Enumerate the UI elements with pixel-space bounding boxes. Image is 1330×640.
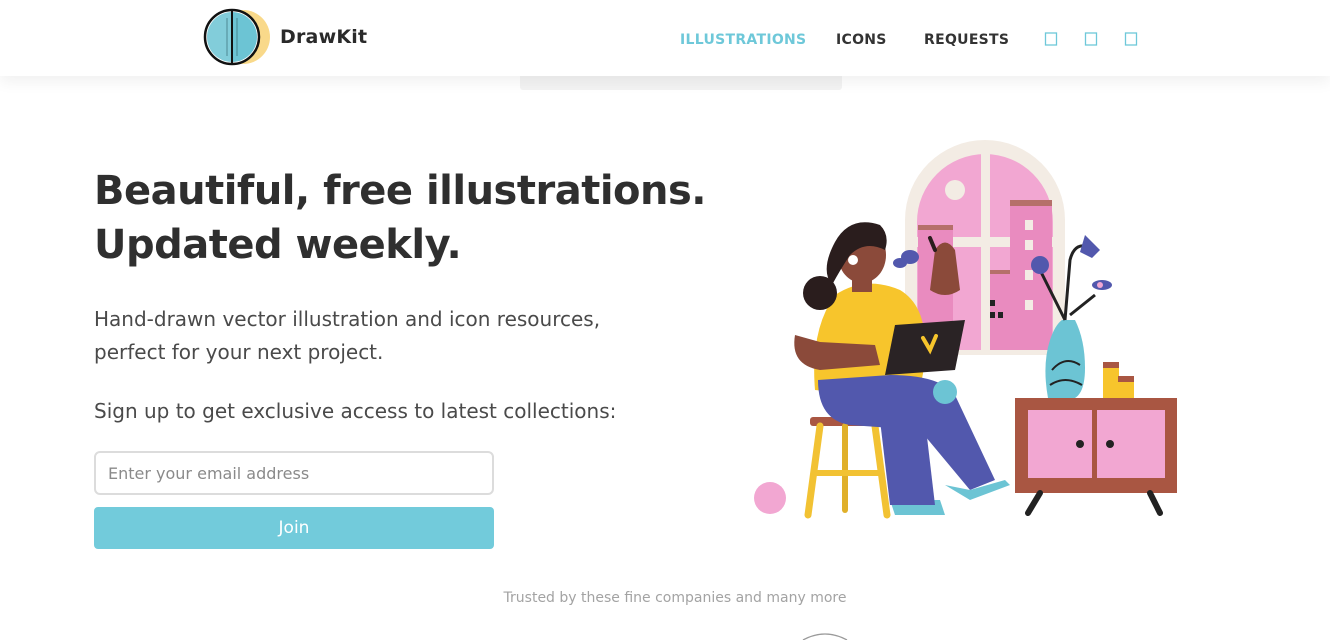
headline-line-1: Beautiful, free illustrations. — [94, 168, 707, 214]
subtext-line-2: perfect for your next project. — [94, 340, 384, 364]
social-icon[interactable] — [1044, 31, 1058, 47]
drawkit-logo-icon[interactable] — [203, 8, 273, 66]
nav-icons[interactable]: ICONS — [836, 32, 887, 48]
signup-label: Sign up to get exclusive access to lates… — [94, 399, 617, 423]
brand-name[interactable]: DrawKit — [280, 26, 367, 48]
nav-illustrations[interactable]: ILLUSTRATIONS — [680, 32, 806, 48]
hero-headline: Beautiful, free illustrations. Updated w… — [94, 164, 707, 272]
hero-subtext: Hand-drawn vector illustration and icon … — [94, 303, 654, 369]
site-header: DrawKit ILLUSTRATIONS ICONS REQUESTS — [0, 0, 1330, 76]
company-logo-partial-icon — [802, 633, 848, 640]
social-icon[interactable] — [1084, 31, 1098, 47]
social-icon[interactable] — [1124, 31, 1138, 47]
nav-requests[interactable]: REQUESTS — [924, 32, 1009, 48]
headline-line-2: Updated weekly. — [94, 222, 462, 268]
subtext-line-1: Hand-drawn vector illustration and icon … — [94, 307, 601, 331]
woman-with-laptop-illustration — [754, 140, 1177, 519]
trusted-companies-text: Trusted by these fine companies and many… — [503, 590, 847, 606]
email-field[interactable] — [94, 451, 494, 495]
join-button[interactable]: Join — [94, 507, 494, 549]
